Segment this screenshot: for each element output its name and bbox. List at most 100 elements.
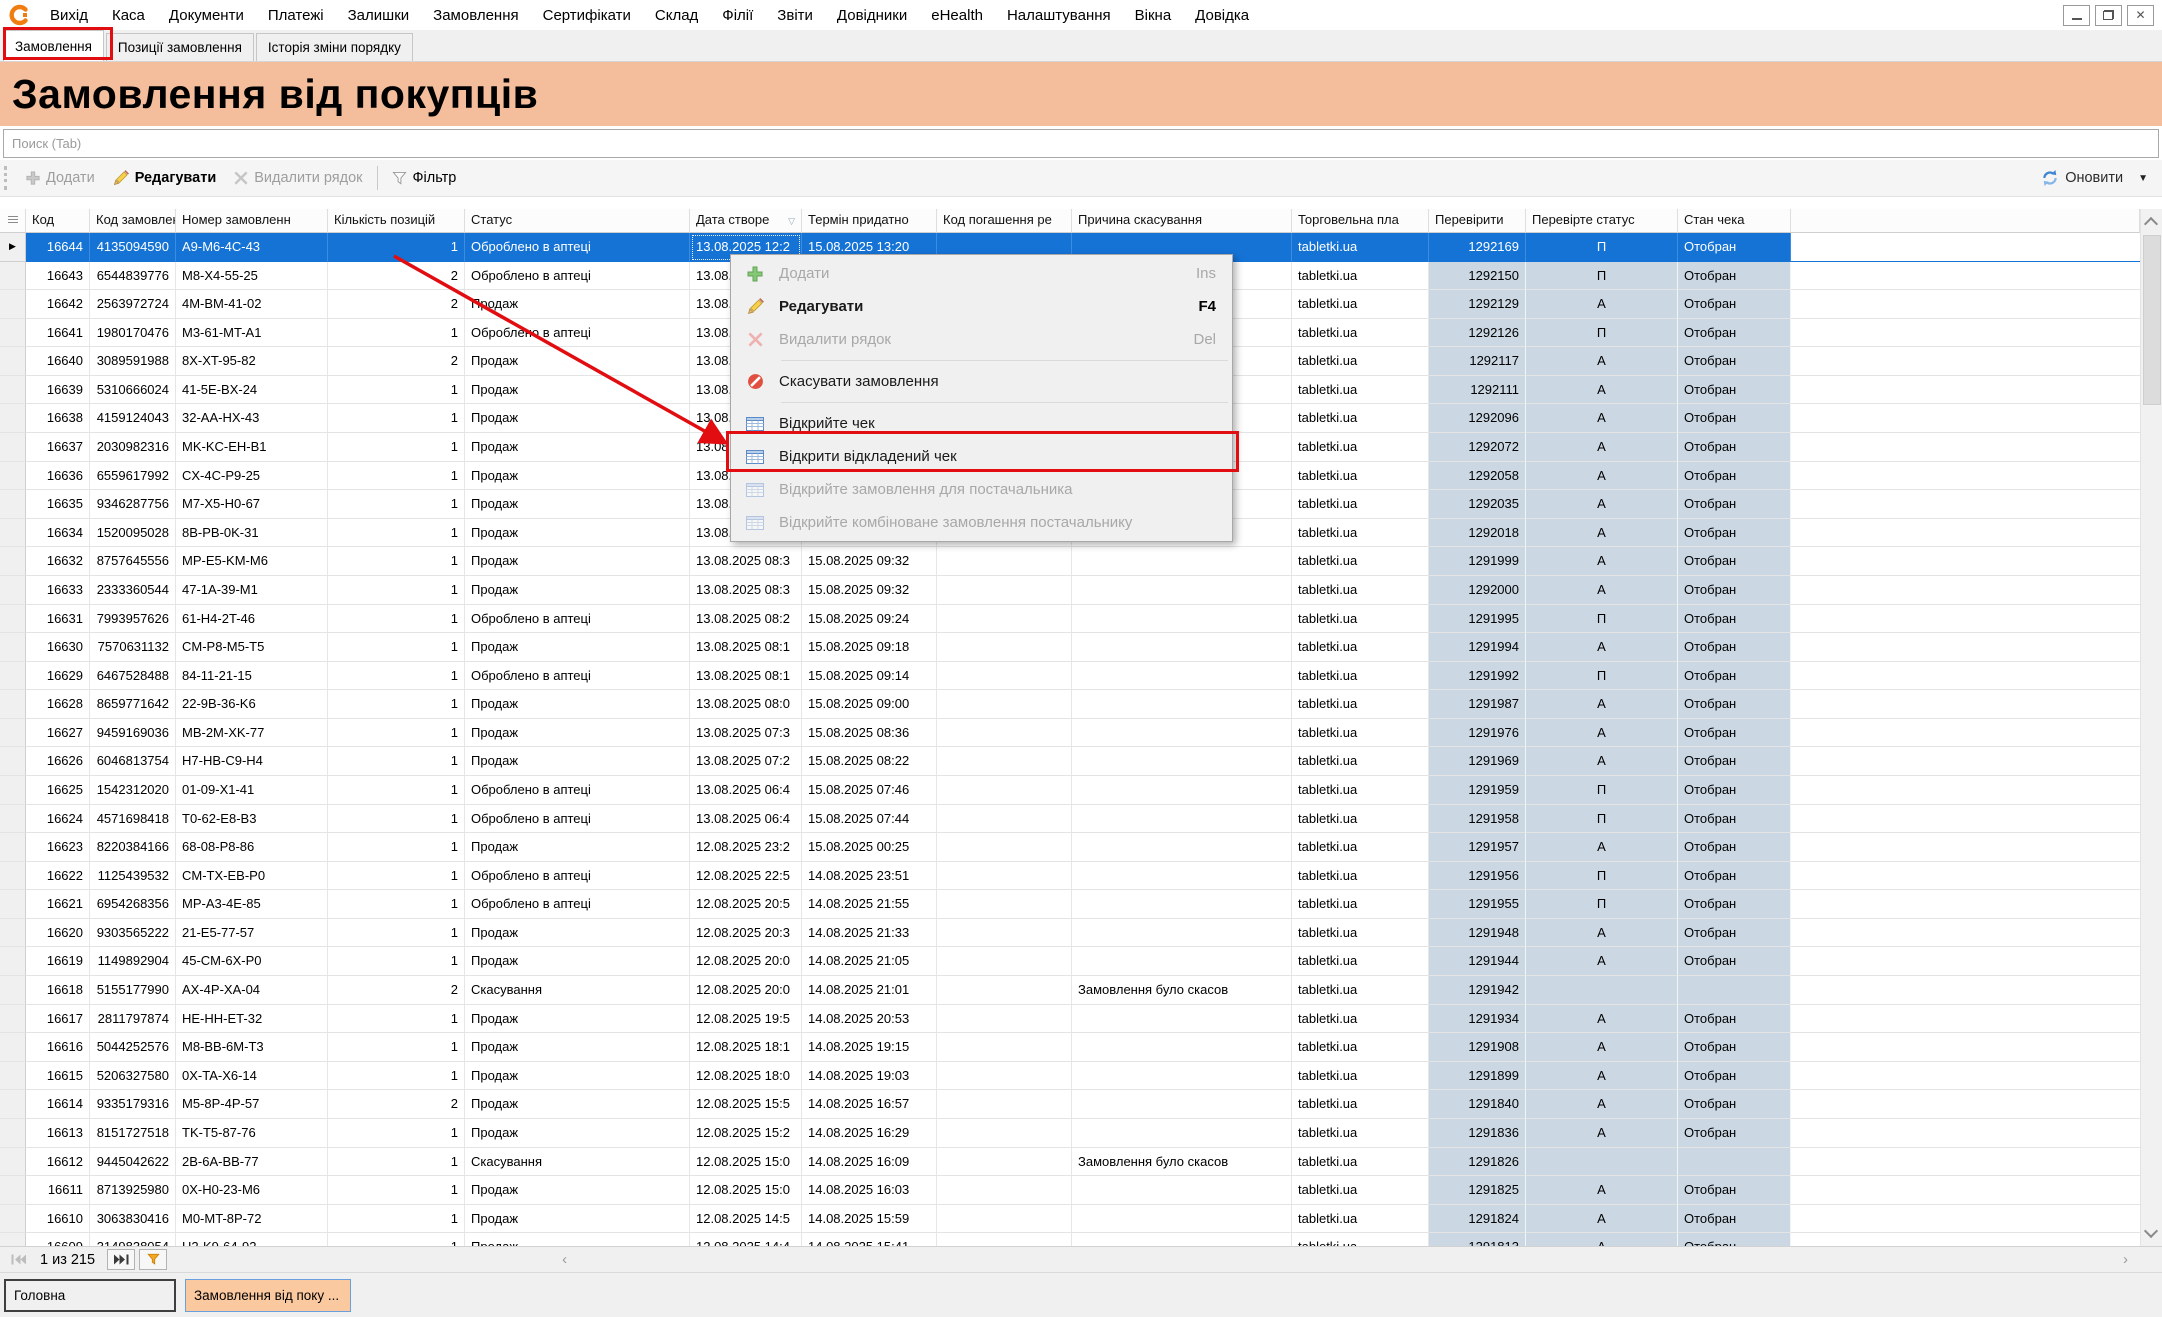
table-row[interactable]: 166221125439532CM-TX-EB-P01Оброблено в а… (0, 862, 2140, 891)
taskbar-orders-button[interactable]: Замовлення від поку ... (185, 1279, 351, 1312)
search-input[interactable] (3, 129, 2159, 158)
table-row[interactable]: 1661187139259800X-H0-23-M61Продаж12.08.2… (0, 1176, 2140, 1205)
column-header-перевірити[interactable]: Перевірити (1429, 209, 1526, 233)
last-record-button[interactable] (107, 1249, 135, 1270)
table-row[interactable]: 16631799395762661-H4-2T-461Оброблено в а… (0, 605, 2140, 634)
context-menu-item-відкрийте-чек[interactable]: Відкрийте чек (731, 407, 1232, 440)
context-menu-item-відкрийте-замовлення-для-постачальника[interactable]: Відкрийте замовлення для постачальника (731, 473, 1232, 506)
menu-item-філії[interactable]: Філії (710, 5, 765, 26)
tab-позиції-замовлення[interactable]: Позиції замовлення (106, 33, 254, 61)
menu-item-вікна[interactable]: Вікна (1123, 5, 1184, 26)
menu-item-довідка[interactable]: Довідка (1183, 5, 1261, 26)
hscroll-right-icon[interactable]: › (2123, 1251, 2128, 1268)
table-row[interactable]: 166266046813754H7-HB-C9-H41Продаж13.08.2… (0, 747, 2140, 776)
column-header-термін-придатно[interactable]: Термін придатно (802, 209, 937, 233)
grid-filter-toggle-button[interactable] (139, 1249, 167, 1270)
table-cell: Продаж (465, 376, 690, 405)
table-row[interactable]: 166103063830416M0-MT-8P-721Продаж12.08.2… (0, 1205, 2140, 1234)
table-row[interactable]: 166279459169036MB-2M-XK-771Продаж13.08.2… (0, 719, 2140, 748)
column-header-статус[interactable]: Статус (465, 209, 690, 233)
add-button[interactable]: Додати (17, 164, 104, 192)
table-row[interactable]: 166328757645556MP-E5-KM-M61Продаж13.08.2… (0, 547, 2140, 576)
scrollbar-thumb[interactable] (2143, 235, 2161, 405)
minimize-button[interactable] (2063, 5, 2090, 26)
scroll-down-icon[interactable] (2144, 1224, 2158, 1238)
table-row[interactable]: 166165044252576M8-BB-6M-T31Продаж12.08.2… (0, 1033, 2140, 1062)
context-menu-item-редагувати[interactable]: РедагуватиF4 (731, 290, 1232, 323)
table-row[interactable]: 166149335179316M5-8P-4P-572Продаж12.08.2… (0, 1090, 2140, 1119)
edit-button[interactable]: Редагувати (104, 164, 226, 192)
table-row[interactable]: 166307570631132CM-P8-M5-T51Продаж13.08.2… (0, 633, 2140, 662)
table-cell: 1291813 (1429, 1233, 1526, 1246)
menu-item-вихід[interactable]: Вихід (38, 5, 100, 26)
vertical-scrollbar[interactable] (2140, 209, 2162, 1246)
table-row[interactable]: 166093149838054H2-K9-64-921Продаж12.08.2… (0, 1233, 2140, 1246)
context-menu-item-скасувати-замовлення[interactable]: Скасувати замовлення (731, 365, 1232, 398)
menu-item-платежі[interactable]: Платежі (256, 5, 336, 26)
tab-замовлення[interactable]: Замовлення (3, 30, 104, 61)
table-cell: Отобран (1678, 1033, 1791, 1062)
context-menu-item-видалити-рядок[interactable]: Видалити рядокDel (731, 323, 1232, 356)
table-cell: M8-BB-6M-T3 (176, 1033, 328, 1062)
table-cell (937, 833, 1072, 862)
table-cell: 1149892904 (90, 947, 176, 976)
column-header-торговельна-пла[interactable]: Торговельна пла (1292, 209, 1429, 233)
taskbar-home-button[interactable]: Головна (4, 1279, 176, 1312)
table-row[interactable]: 1661552063275800X-TA-X6-141Продаж12.08.2… (0, 1062, 2140, 1091)
row-indicator (0, 1148, 26, 1177)
menu-item-замовлення[interactable]: Замовлення (421, 5, 530, 26)
table-row[interactable]: 166172811797874HE-HH-ET-321Продаж12.08.2… (0, 1005, 2140, 1034)
refresh-dropdown-caret[interactable]: ▼ (2132, 173, 2162, 184)
delete-row-button[interactable]: Видалити рядок (225, 164, 371, 192)
menu-item-сертифікати[interactable]: Сертифікати (531, 5, 643, 26)
close-button[interactable]: ✕ (2127, 5, 2154, 26)
table-row[interactable]: 16628865977164222-9B-36-K61Продаж13.08.2… (0, 690, 2140, 719)
restore-button[interactable] (2095, 5, 2122, 26)
tab-історія-зміни-порядку[interactable]: Історія зміни порядку (256, 33, 413, 61)
scroll-up-icon[interactable] (2144, 217, 2158, 231)
table-row[interactable]: 16620930356522221-E5-77-571Продаж12.08.2… (0, 919, 2140, 948)
column-header-дата-створе[interactable]: Дата створе▽ (690, 209, 802, 233)
row-indicator: ▶ (0, 233, 26, 262)
hscroll-left-icon[interactable]: ‹ (562, 1251, 567, 1268)
column-header-код-погашення-ре[interactable]: Код погашення ре (937, 209, 1072, 233)
table-cell: 9346287756 (90, 490, 176, 519)
menu-item-налаштування[interactable]: Налаштування (995, 5, 1123, 26)
toolbar-grip[interactable] (4, 166, 11, 190)
table-row[interactable]: 166244571698418T0-62-E8-B31Оброблено в а… (0, 805, 2140, 834)
menu-item-залишки[interactable]: Залишки (336, 5, 422, 26)
table-row[interactable]: 166216954268356MP-A3-4E-851Оброблено в а… (0, 890, 2140, 919)
table-row[interactable]: 166138151727518TK-T5-87-761Продаж12.08.2… (0, 1119, 2140, 1148)
menu-item-каса[interactable]: Каса (100, 5, 157, 26)
row-filler (1791, 1233, 2140, 1246)
table-row[interactable]: 16633233336054447-1A-39-M11Продаж13.08.2… (0, 576, 2140, 605)
column-header-перевірте-статус[interactable]: Перевірте статус (1526, 209, 1678, 233)
table-row[interactable]: 16625154231202001-09-X1-411Оброблено в а… (0, 776, 2140, 805)
bottom-taskbar: Головна Замовлення від поку ... (0, 1272, 2162, 1317)
filter-button[interactable]: Фільтр (383, 164, 466, 192)
menu-item-документи[interactable]: Документи (157, 5, 256, 26)
column-header-код-замовлен[interactable]: Код замовлен (90, 209, 176, 233)
column-header-стан-чека[interactable]: Стан чека (1678, 209, 1791, 233)
table-row[interactable]: 166185155177990AX-4P-XA-042Скасування12.… (0, 976, 2140, 1005)
menu-item-звіти[interactable]: Звіти (765, 5, 825, 26)
context-menu-item-відкрийте-комбіноване-замовлення-постачальнику[interactable]: Відкрийте комбіноване замовлення постача… (731, 506, 1232, 539)
menu-item-довідники[interactable]: Довідники (825, 5, 919, 26)
row-filler (1791, 1176, 2140, 1205)
context-menu-item-додати[interactable]: ДодатиIns (731, 257, 1232, 290)
table-row[interactable]: 1661294450426222B-6A-BB-771Скасування12.… (0, 1148, 2140, 1177)
table-cell: А (1526, 433, 1678, 462)
column-header-код[interactable]: Код (26, 209, 90, 233)
table-row[interactable]: 16619114989290445-CM-6X-P01Продаж12.08.2… (0, 947, 2140, 976)
refresh-button[interactable]: Оновити (2032, 164, 2132, 192)
column-header-номер-замовленн[interactable]: Номер замовленн (176, 209, 328, 233)
table-row[interactable]: 16629646752848884-11-21-151Оброблено в а… (0, 662, 2140, 691)
table-row[interactable]: 16623822038416668-08-P8-861Продаж12.08.2… (0, 833, 2140, 862)
column-header-причина-скасування[interactable]: Причина скасування (1072, 209, 1292, 233)
menu-item-ehealth[interactable]: eHealth (919, 5, 995, 26)
column-header-кількість-позицій[interactable]: Кількість позицій (328, 209, 465, 233)
table-cell: 12.08.2025 20:5 (690, 890, 802, 919)
first-record-button[interactable] (4, 1249, 32, 1270)
menu-item-склад[interactable]: Склад (643, 5, 710, 26)
context-menu-item-відкрити-відкладений-чек[interactable]: Відкрити відкладений чек (731, 440, 1232, 473)
